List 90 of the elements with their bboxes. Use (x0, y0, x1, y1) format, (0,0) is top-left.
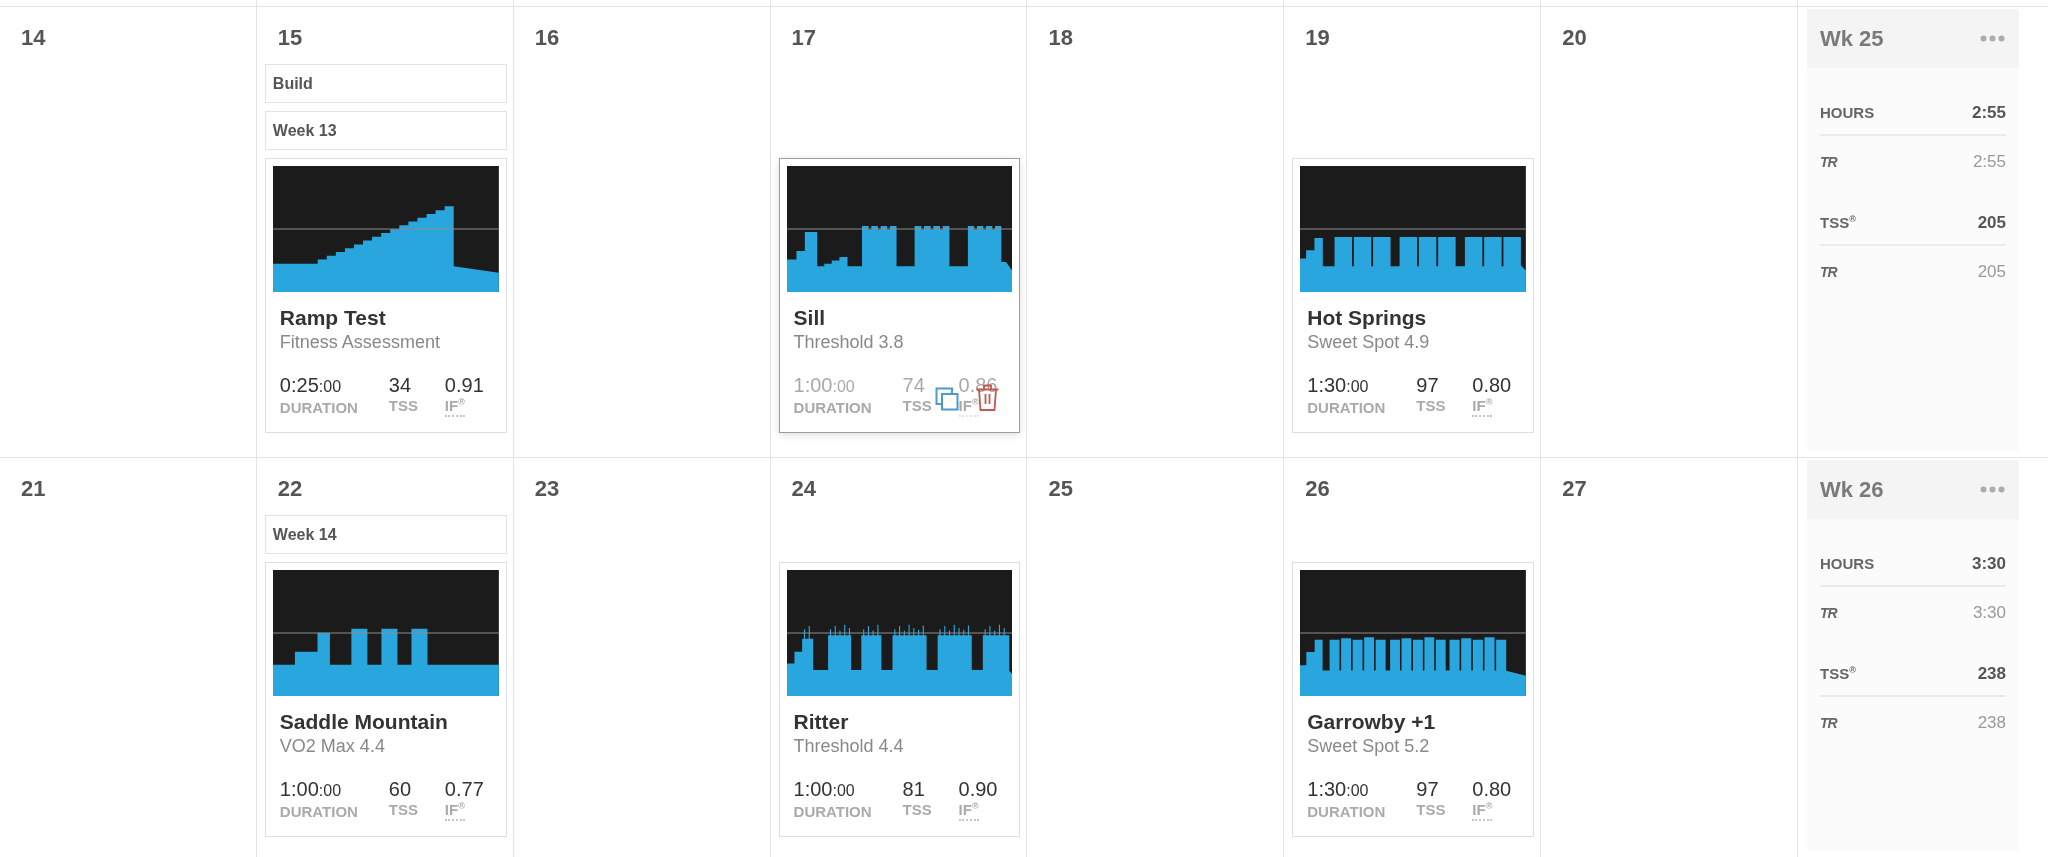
stat-label: IF$^{®}$ (1472, 397, 1493, 417)
stat-label: TSS (902, 397, 932, 416)
stat-value: 60 (388, 777, 412, 801)
day-number: 26 (1305, 477, 1330, 501)
workout-card[interactable]: Garrowby +1 Sweet Spot 5.2 1:30:00 DURATION 97 TSS 0.80 IF$^{®}$ (1292, 562, 1535, 837)
workout-card[interactable]: Hot Springs Sweet Spot 4.9 1:30:00 DURATION 97 TSS 0.80 IF$^{®}$ (1292, 158, 1535, 433)
day-number: 15 (277, 26, 303, 50)
week-title: Wk 25 (1820, 25, 1884, 52)
day-number: 17 (791, 26, 817, 50)
stat-value: 1:00:00 (793, 777, 855, 802)
workout-category: Fitness Assessment (279, 331, 441, 353)
day-number: 20 (1562, 26, 1587, 50)
week-title: Wk 26 (1820, 476, 1884, 503)
stat-label: DURATION (279, 399, 358, 418)
stat-label: TSS (388, 801, 419, 820)
workout-title: Saddle Mountain (279, 709, 449, 735)
workout-category: Sweet Spot 5.2 (1307, 735, 1431, 757)
source-logo: TR (1820, 153, 1837, 172)
workout-title: Hot Springs (1307, 305, 1428, 331)
stat-name: TSS$^{®}$ (1820, 213, 1856, 233)
stat-value: 0.91 (444, 373, 484, 397)
stat-label: IF$^{®}$ (444, 801, 465, 821)
day-number: 22 (277, 477, 303, 501)
more-icon[interactable] (1980, 35, 2005, 42)
stat-label: DURATION (1307, 803, 1386, 822)
stat-value: 1:00:00 (279, 777, 342, 802)
day-number: 27 (1562, 477, 1587, 501)
stat-value: 97 (1416, 373, 1439, 397)
stat-label: TSS (388, 397, 419, 416)
stat-value: 74 (902, 373, 925, 397)
workout-card[interactable]: Ramp Test Fitness Assessment 0:25:00 DURATION 34 TSS 0.91 IF$^{®}$ (264, 158, 507, 433)
stat-total: 238 (1977, 663, 2006, 685)
workout-card[interactable]: Ritter Threshold 4.4 1:00:00 DURATION 81 TSS 0.90 IF$^{®}$ (778, 562, 1021, 837)
stat-total: 3:30 (1971, 553, 2006, 575)
day-number: 21 (21, 477, 46, 501)
stat-value: 97 (1416, 777, 1439, 801)
copy-icon[interactable] (935, 387, 960, 411)
workout-category: VO2 Max 4.4 (279, 735, 386, 757)
stat-value: 0.90 (958, 777, 998, 801)
workout-title: Garrowby +1 (1307, 709, 1437, 735)
stat-label: TSS (1416, 397, 1446, 416)
phase-label: Week 13 (264, 111, 507, 150)
workout-category: Threshold 4.4 (793, 735, 905, 757)
stat-name: TSS$^{®}$ (1820, 664, 1856, 684)
stat-total: 205 (1977, 212, 2006, 234)
stat-value: 34 (388, 373, 412, 397)
day-number: 23 (534, 477, 560, 501)
day-number: 19 (1305, 26, 1330, 50)
stat-label: TSS (1416, 801, 1446, 820)
source-value: 3:30 (1972, 602, 2006, 624)
workout-title: Ritter (793, 709, 850, 735)
stat-value: 1:30:00 (1307, 373, 1369, 398)
stat-label: IF$^{®}$ (444, 397, 465, 417)
stat-value: 81 (902, 777, 925, 801)
stat-label: IF$^{®}$ (1472, 801, 1493, 821)
stat-label: DURATION (279, 803, 358, 822)
stat-name: HOURS (1820, 103, 1875, 123)
source-value: 2:55 (1972, 151, 2006, 173)
stat-value: 0.77 (444, 777, 484, 801)
day-number: 25 (1048, 477, 1073, 501)
stat-value: 1:00:00 (793, 373, 855, 398)
stat-label: DURATION (793, 803, 872, 822)
stat-value: 0:25:00 (279, 373, 342, 398)
day-number: 16 (534, 26, 560, 50)
phase-label: Week 14 (264, 515, 507, 554)
source-value: 238 (1977, 712, 2006, 734)
stat-value: 0.80 (1472, 373, 1512, 397)
stat-value: 1:30:00 (1307, 777, 1369, 802)
workout-title: Ramp Test (279, 305, 387, 331)
stat-label: DURATION (793, 399, 872, 418)
day-number: 18 (1048, 26, 1073, 50)
source-logo: TR (1820, 263, 1837, 282)
stat-label: DURATION (1307, 399, 1386, 418)
stat-name: HOURS (1820, 554, 1875, 574)
day-number: 24 (791, 477, 817, 501)
day-number: 14 (21, 26, 46, 50)
stat-total: 2:55 (1971, 102, 2006, 124)
stat-label: TSS (902, 801, 932, 820)
workout-category: Threshold 3.8 (793, 331, 905, 353)
workout-card[interactable]: Saddle Mountain VO2 Max 4.4 1:00:00 DURATION 60 TSS 0.77 IF$^{®}$ (264, 562, 507, 837)
stat-value: 0.80 (1472, 777, 1512, 801)
workout-category: Sweet Spot 4.9 (1307, 331, 1431, 353)
workout-title: Sill (793, 305, 827, 331)
source-logo: TR (1820, 604, 1837, 623)
source-logo: TR (1820, 714, 1837, 733)
phase-label: Build (264, 64, 507, 103)
stat-label: IF$^{®}$ (958, 397, 979, 417)
more-icon[interactable] (1980, 486, 2005, 493)
stat-label: IF$^{®}$ (958, 801, 979, 821)
source-value: 205 (1977, 261, 2006, 283)
